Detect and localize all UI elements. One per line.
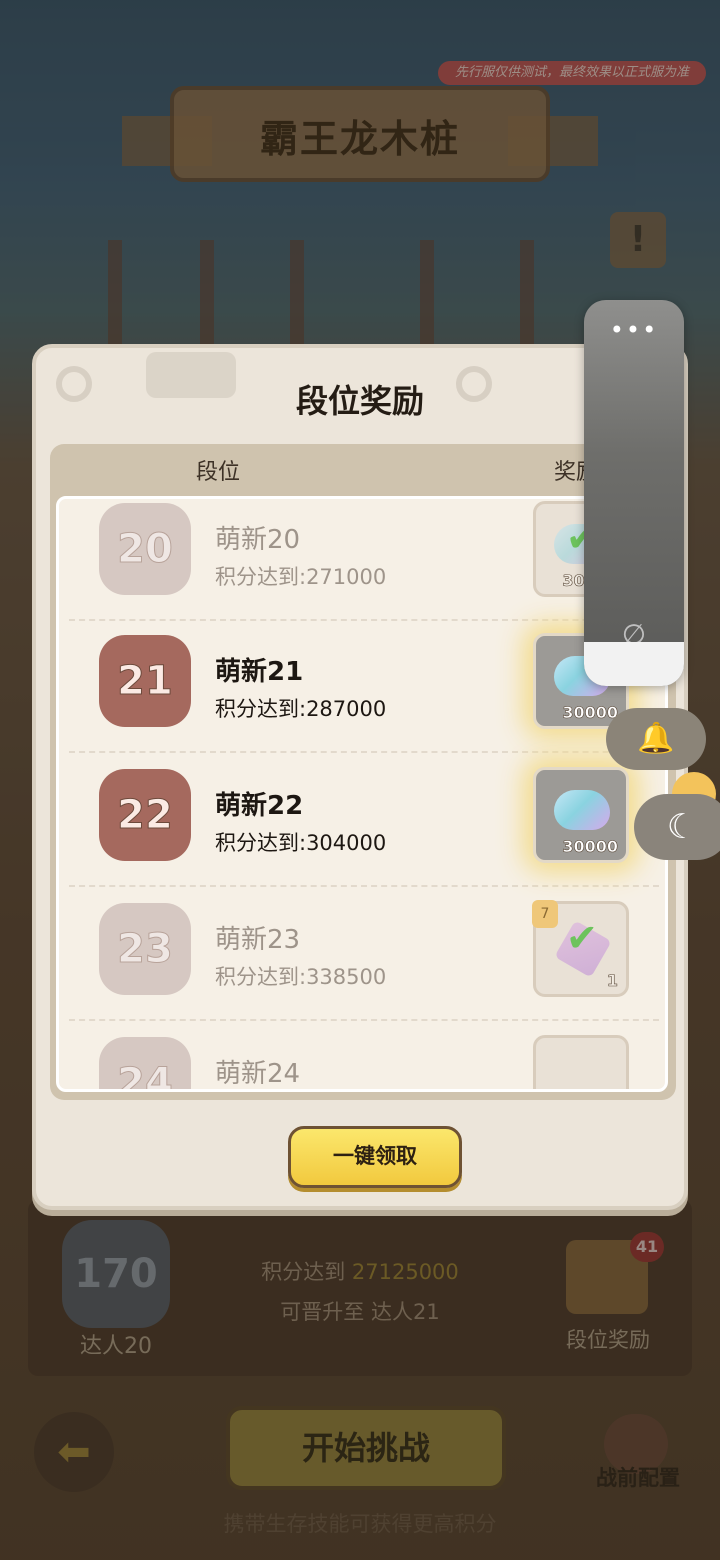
- rank-badge: 24: [99, 1037, 191, 1089]
- list-item: 21 萌新21 积分达到:287000 30000: [69, 621, 659, 753]
- rank-badge: 21: [99, 635, 191, 727]
- rank-badge: 20: [99, 503, 191, 595]
- shell-gem-icon: [554, 790, 610, 830]
- reward-quantity: 1: [606, 971, 619, 991]
- list-item: 24 萌新24: [69, 1023, 659, 1089]
- rank-requirement: 积分达到:338500: [215, 965, 387, 989]
- rank-name: 萌新22: [215, 791, 304, 821]
- reward-slot[interactable]: 30000: [533, 767, 629, 863]
- checkmark-icon: ✔: [566, 916, 598, 960]
- reward-quantity: 30000: [562, 703, 618, 723]
- rank-requirement: 积分达到:271000: [215, 565, 387, 589]
- list-item: 20 萌新20 积分达到:271000 ✔ 30000: [69, 499, 659, 621]
- bell-icon[interactable]: 🔔: [606, 708, 706, 770]
- floating-assistant-panel[interactable]: ••• ∅: [584, 300, 684, 686]
- reward-slot[interactable]: 7 ✔ 1: [532, 900, 629, 997]
- rank-requirement: 积分达到:304000: [215, 831, 387, 855]
- claim-all-button[interactable]: 一键领取: [288, 1126, 462, 1188]
- rank-badge: 22: [99, 769, 191, 861]
- rank-name: 萌新20: [215, 525, 301, 555]
- rank-badge: 23: [99, 903, 191, 995]
- rank-name: 萌新24: [215, 1059, 301, 1089]
- panel-footer: [584, 642, 684, 686]
- reward-level-tag: 7: [532, 900, 558, 928]
- rank-name: 萌新23: [215, 925, 301, 955]
- rank-name: 萌新21: [215, 657, 304, 687]
- more-menu-icon[interactable]: •••: [584, 316, 684, 344]
- column-header-rank: 段位: [196, 460, 241, 485]
- moon-icon[interactable]: ☾: [634, 794, 720, 860]
- reward-slot[interactable]: [533, 1035, 629, 1089]
- reward-quantity: 30000: [562, 837, 618, 857]
- rewards-list[interactable]: 20 萌新20 积分达到:271000 ✔ 30000 21 萌新21 积分达到…: [56, 496, 668, 1092]
- list-item: 23 萌新23 积分达到:338500 7 ✔ 1: [69, 889, 659, 1021]
- rank-requirement: 积分达到:287000: [215, 697, 387, 721]
- list-item: 22 萌新22 积分达到:304000 30000: [69, 755, 659, 887]
